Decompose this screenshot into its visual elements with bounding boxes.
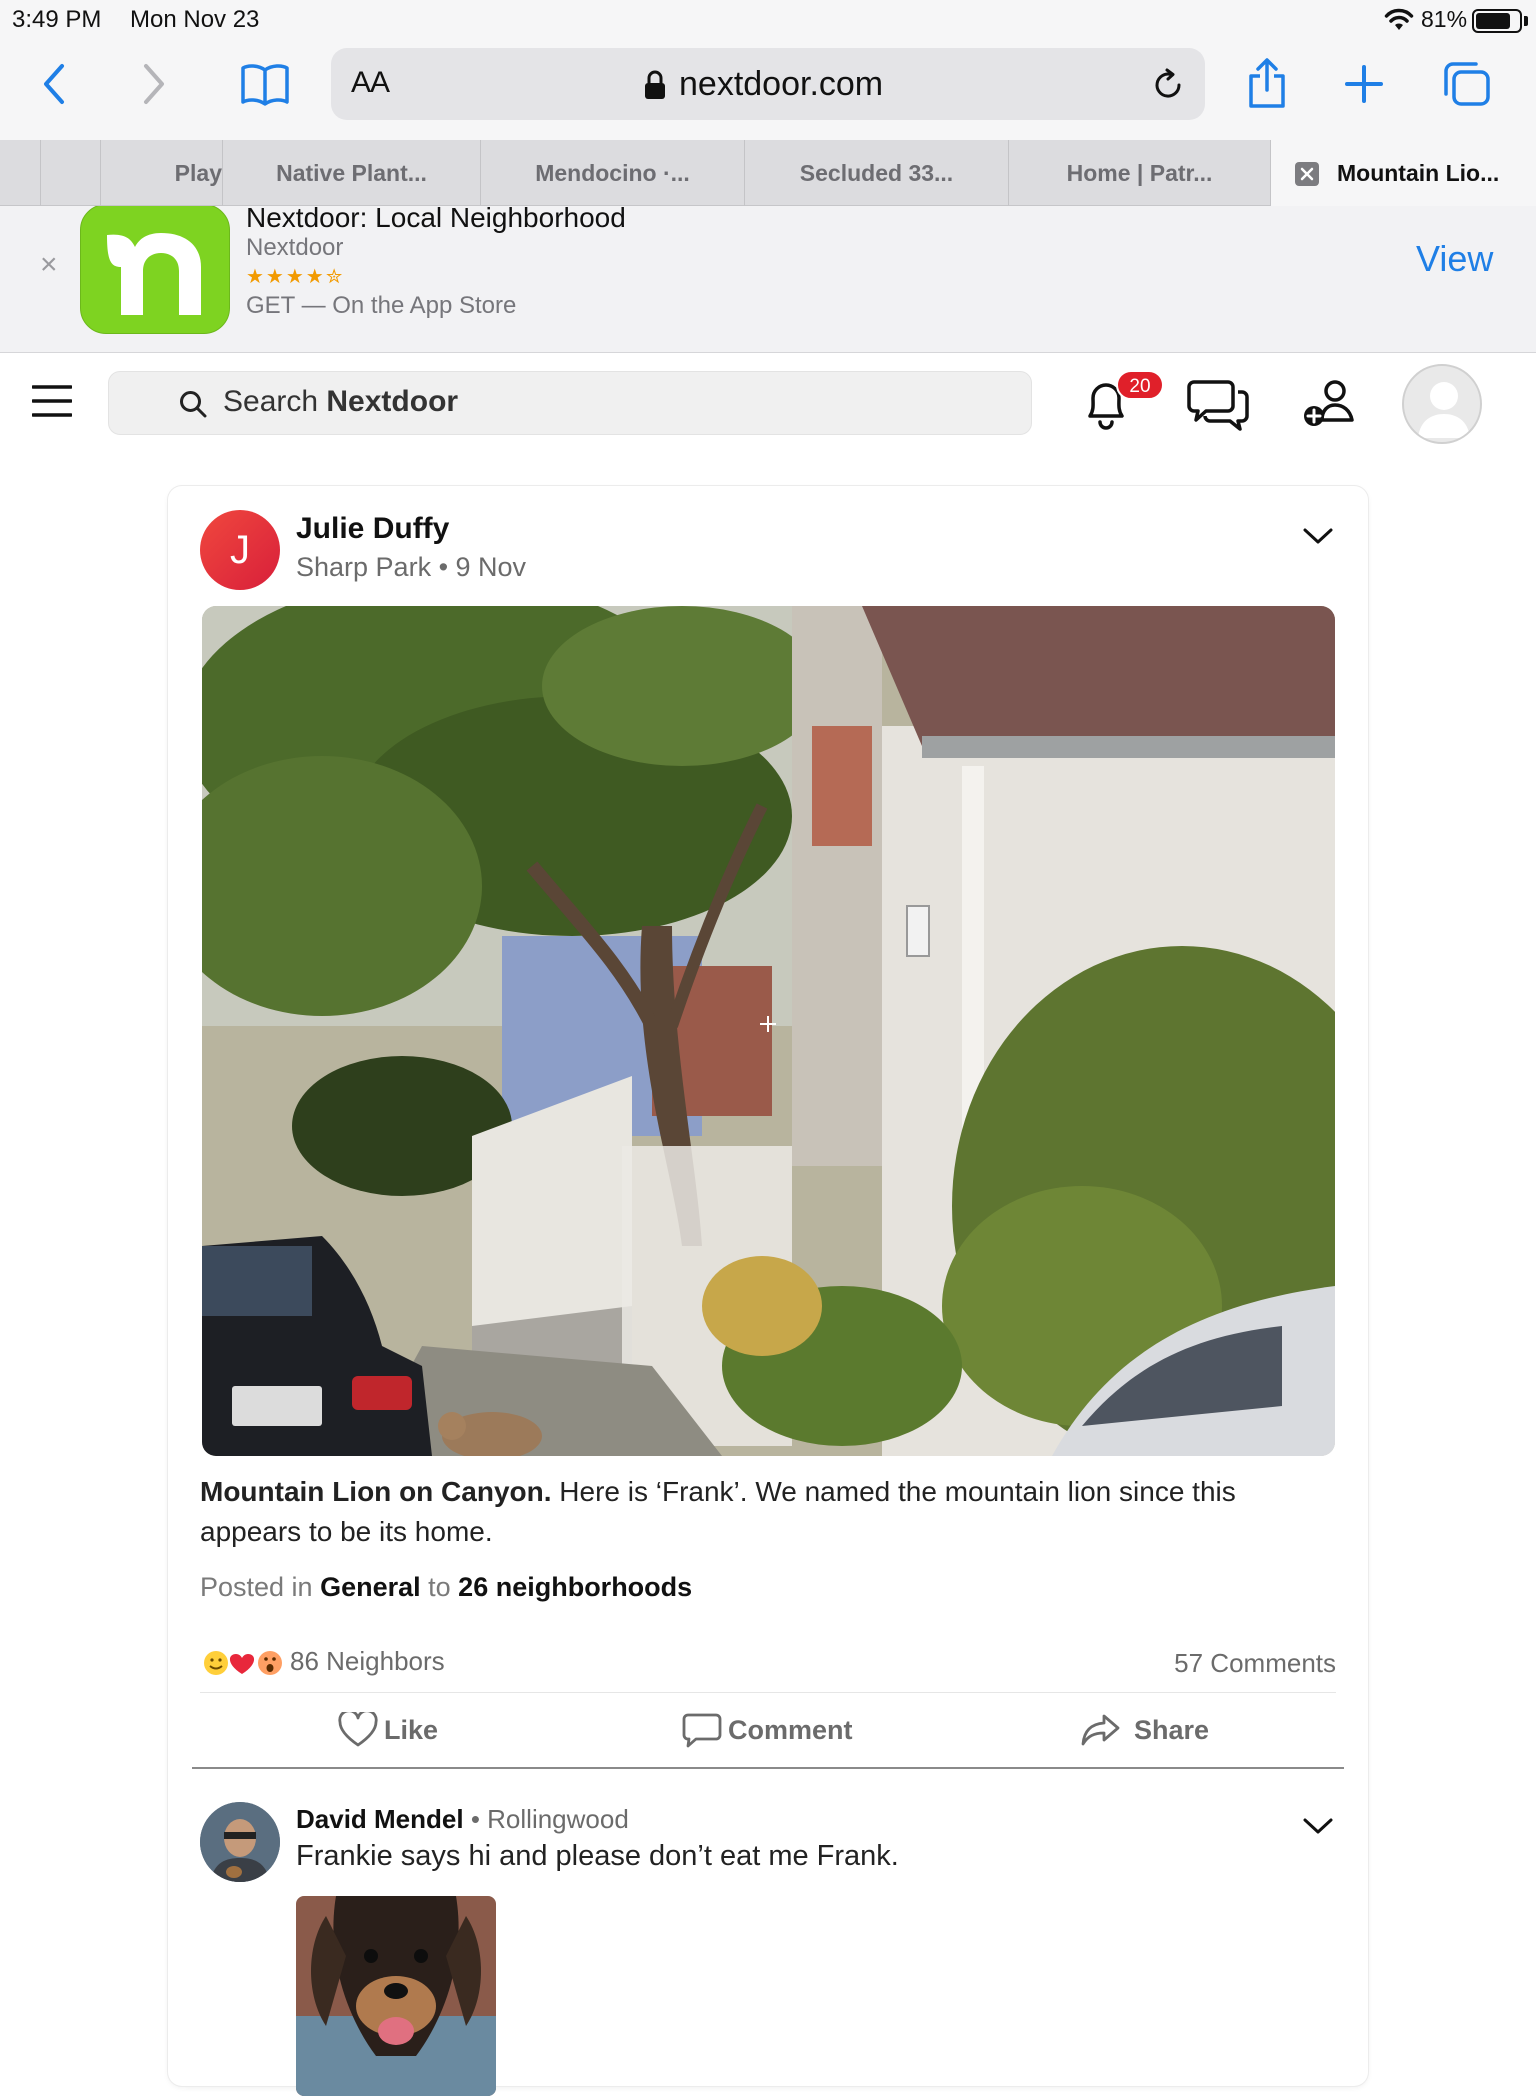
posted-in: Posted in General to 26 neighborhoods [200,1572,692,1603]
app-rating-stars: ★★★★✮ [246,266,345,288]
nextdoor-logo-icon [107,233,201,315]
tab-label: Native Plant... [276,160,427,186]
comment-photo[interactable] [296,1896,496,2096]
tab-label: Home | Patr... [1066,160,1213,186]
comment-neighborhood[interactable]: Rollingwood [487,1804,629,1834]
divider [200,1692,1336,1693]
tab-pinned-1[interactable] [40,140,100,206]
close-icon[interactable] [1295,162,1319,186]
tab-strip: Play Native Plant... Mendocino ·... Secl… [0,140,1536,206]
app-developer: Nextdoor [246,234,344,261]
battery-icon [1472,9,1522,33]
comment-separator: • [463,1804,488,1834]
status-date: Mon Nov 23 [130,6,260,33]
reaction-emojis-icon[interactable] [200,1646,286,1680]
battery-percent: 81% [1421,6,1468,32]
comment-button[interactable]: Comment [682,1712,853,1748]
url-text[interactable]: nextdoor.com [679,65,883,104]
wifi-icon [1384,8,1414,30]
battery-level-fill [1476,13,1510,29]
share-icon[interactable] [1246,58,1288,110]
address-bar[interactable]: AA nextdoor.com [331,48,1205,120]
category-link[interactable]: General [320,1572,421,1602]
like-button[interactable]: Like [338,1709,439,1748]
tab-label: Mendocino ·... [535,160,690,186]
comment-icon [682,1713,722,1748]
author-avatar[interactable]: J [200,510,280,590]
messages-icon[interactable] [1186,378,1250,432]
comment-author[interactable]: David Mendel [296,1804,464,1834]
status-time: 3:49 PM [12,6,102,33]
post-title[interactable]: Mountain Lion on Canyon. [200,1476,552,1507]
profile-avatar[interactable] [1402,364,1482,444]
tab-label: Mountain Lio... [1337,160,1500,186]
tab-label: Secluded 33... [799,160,954,186]
audience-link[interactable]: 26 neighborhoods [458,1572,692,1602]
new-tab-icon[interactable] [1344,64,1384,104]
comment-label: Comment [728,1715,853,1745]
nextdoor-app-icon[interactable] [80,206,230,334]
default-avatar-icon [1418,382,1470,438]
search-icon [180,391,207,418]
tab-label: Play [174,160,222,186]
comment-text: Frankie says hi and please don’t eat me … [296,1840,899,1872]
like-label: Like [384,1715,439,1745]
notification-badge: 20 [1116,370,1164,400]
share-button[interactable]: Share [1080,1712,1209,1748]
dachshund-photo [296,1896,496,2096]
post-meta: Sharp Park • 9 Nov [296,552,527,582]
commenter-photo [200,1802,280,1882]
tab-mendocino[interactable]: Mendocino ·... [480,140,744,206]
tab-mountain-lion[interactable]: Mountain Lio... [1270,140,1536,206]
add-neighbor-icon[interactable] [1302,378,1358,430]
comments-count[interactable]: 57 Comments [1174,1648,1336,1679]
posted-prefix: Posted in [200,1572,321,1602]
post-author[interactable]: Julie Duffy [296,512,449,546]
share-arrow-icon [1081,1714,1120,1746]
comment-author-line: David Mendel • Rollingwood [296,1804,629,1835]
bookmarks-icon[interactable] [240,62,290,106]
divider [192,1767,1344,1769]
commenter-avatar[interactable] [200,1802,280,1882]
lock-icon [645,70,665,99]
banner-close-button[interactable]: × [40,248,58,282]
share-label: Share [1134,1715,1210,1745]
forward-icon[interactable] [138,62,168,106]
mountain-lion-street-photo [202,606,1335,1456]
battery-cap [1524,16,1528,26]
nextdoor-header: Search Nextdoor 20 [0,354,1536,454]
heart-icon [338,1709,378,1747]
back-icon[interactable] [40,62,70,106]
tab-play[interactable]: Play [100,140,222,206]
search-brand: Nextdoor [326,385,459,418]
text-size-button[interactable]: AA [351,66,390,100]
app-get-label: GET — On the App Store [246,292,517,319]
search-input[interactable]: Search Nextdoor [108,371,1032,435]
status-bar: 3:49 PM Mon Nov 23 81% [0,0,1536,40]
post-card: J Julie Duffy Sharp Park • 9 Nov Mountai… [168,486,1368,2096]
search-placeholder: Search Nextdoor [223,385,458,419]
tab-native-plant[interactable]: Native Plant... [222,140,480,206]
post-photo[interactable] [202,606,1335,1456]
browser-toolbar: AA nextdoor.com [0,40,1536,140]
tabs-icon[interactable] [1442,60,1492,108]
search-prefix: Search [223,385,327,418]
hamburger-menu-icon[interactable] [32,384,72,418]
chevron-down-icon[interactable] [1302,526,1334,546]
chevron-down-icon[interactable] [1302,1816,1334,1836]
view-button[interactable]: View [1416,238,1493,280]
reactions-count[interactable]: 86 Neighbors [290,1646,445,1677]
tab-home-patr[interactable]: Home | Patr... [1008,140,1270,206]
app-store-banner: × Nextdoor: Local Neighborhood Nextdoor … [0,206,1536,353]
reload-icon[interactable] [1151,68,1185,102]
tab-secluded[interactable]: Secluded 33... [744,140,1008,206]
posted-to-label: to [420,1572,459,1602]
app-name: Nextdoor: Local Neighborhood [246,206,626,233]
post-body: Mountain Lion on Canyon. Here is ‘Frank’… [200,1472,1330,1552]
